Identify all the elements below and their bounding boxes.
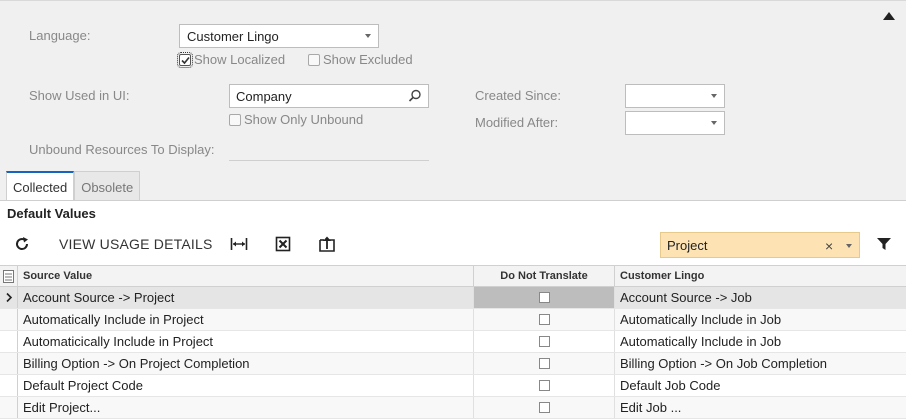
show-used-input[interactable]: Company: [229, 84, 429, 108]
tab-collected[interactable]: Collected: [6, 171, 75, 202]
checkbox-unchecked-icon: [229, 113, 241, 126]
created-since-label: Created Since:: [475, 88, 561, 103]
row-indicator[interactable]: [0, 353, 18, 374]
do-not-translate-checkbox[interactable]: [538, 292, 550, 303]
table-row[interactable]: Account Source -> Project Account Source …: [0, 287, 906, 309]
language-value: Customer Lingo: [187, 29, 279, 44]
chevron-down-icon: [711, 121, 717, 125]
do-not-translate-checkbox[interactable]: [538, 380, 550, 391]
tab-bar: Collected Obsolete: [6, 171, 141, 202]
show-used-value: Company: [236, 89, 292, 104]
modified-after-label: Modified After:: [475, 115, 559, 130]
filter-form: Language: Customer Lingo Show Localized …: [0, 0, 906, 202]
language-label: Language:: [29, 28, 91, 43]
table-row[interactable]: Automatically Include in Project Automati…: [0, 309, 906, 331]
show-excluded-label: Show Excluded: [323, 52, 413, 67]
tab-content: Default Values VIEW USAGE DETAILS Projec…: [0, 200, 906, 420]
grid-search-value: Project: [667, 238, 708, 253]
source-value-cell[interactable]: Automatically Include in Project: [18, 309, 474, 330]
source-value-cell[interactable]: Edit Project...: [18, 397, 474, 418]
row-indicator[interactable]: [0, 331, 18, 352]
unbound-resources-input[interactable]: [229, 138, 429, 161]
refresh-icon[interactable]: [13, 235, 31, 253]
checkbox-checked-icon: [177, 51, 193, 68]
do-not-translate-checkbox[interactable]: [538, 314, 550, 325]
grid-body: Account Source -> Project Account Source …: [0, 287, 906, 419]
chevron-down-icon: [365, 34, 371, 38]
do-not-translate-cell: [474, 331, 615, 352]
source-value-cell[interactable]: Automaticically Include in Project: [18, 331, 474, 352]
source-value-cell[interactable]: Default Project Code: [18, 375, 474, 396]
show-only-unbound-label: Show Only Unbound: [244, 112, 364, 127]
values-grid: Source Value Do Not Translate Customer L…: [0, 265, 906, 419]
customer-lingo-cell[interactable]: Automatically Include in Job: [615, 309, 906, 330]
do-not-translate-cell: [474, 353, 615, 374]
table-row[interactable]: Default Project Code Default Job Code: [0, 375, 906, 397]
search-icon[interactable]: [408, 89, 422, 106]
do-not-translate-checkbox[interactable]: [538, 358, 550, 369]
do-not-translate-cell: [474, 309, 615, 330]
table-row[interactable]: Edit Project... Edit Job ...: [0, 397, 906, 419]
show-only-unbound-checkbox[interactable]: Show Only Unbound: [229, 112, 363, 127]
column-header-do-not-translate[interactable]: Do Not Translate: [474, 266, 615, 287]
upload-icon[interactable]: [317, 234, 337, 254]
customer-lingo-cell[interactable]: Billing Option -> On Job Completion: [615, 353, 906, 374]
do-not-translate-cell: [474, 375, 615, 396]
language-select[interactable]: Customer Lingo: [179, 24, 379, 48]
grid-header: Source Value Do Not Translate Customer L…: [0, 265, 906, 287]
fit-columns-icon[interactable]: [229, 235, 249, 253]
modified-after-select[interactable]: [625, 111, 725, 135]
created-since-select[interactable]: [625, 84, 725, 108]
customer-lingo-cell[interactable]: Account Source -> Job: [615, 287, 906, 308]
chevron-down-icon: [711, 94, 717, 98]
row-indicator[interactable]: [0, 397, 18, 418]
chevron-down-icon[interactable]: [846, 244, 852, 248]
row-indicator[interactable]: [0, 287, 18, 308]
customer-lingo-cell[interactable]: Default Job Code: [615, 375, 906, 396]
triangle-up-icon[interactable]: [882, 11, 896, 21]
section-title: Default Values: [7, 206, 96, 221]
excel-export-icon[interactable]: [274, 235, 292, 253]
clear-icon[interactable]: ×: [825, 238, 833, 254]
chevron-right-icon: [6, 292, 13, 303]
row-indicator[interactable]: [0, 309, 18, 330]
source-value-cell[interactable]: Billing Option -> On Project Completion: [18, 353, 474, 374]
show-excluded-checkbox[interactable]: Show Excluded: [308, 52, 413, 67]
row-settings-icon[interactable]: [0, 266, 18, 287]
table-row[interactable]: Automaticically Include in Project Automa…: [0, 331, 906, 353]
do-not-translate-cell: [474, 397, 615, 418]
do-not-translate-checkbox[interactable]: [538, 336, 550, 347]
do-not-translate-checkbox[interactable]: [538, 402, 550, 413]
show-used-label: Show Used in UI:: [29, 88, 130, 103]
column-header-source-value[interactable]: Source Value: [18, 266, 474, 287]
checkbox-unchecked-icon: [308, 53, 320, 66]
show-localized-checkbox[interactable]: Show Localized: [177, 51, 286, 68]
table-row[interactable]: Billing Option -> On Project Completion B…: [0, 353, 906, 375]
column-header-customer-lingo[interactable]: Customer Lingo: [615, 266, 906, 287]
do-not-translate-cell: [474, 287, 615, 308]
tab-obsolete[interactable]: Obsolete: [74, 171, 141, 202]
view-usage-details-button[interactable]: VIEW USAGE DETAILS: [59, 236, 213, 252]
customer-lingo-cell[interactable]: Automatically Include in Job: [615, 331, 906, 352]
unbound-label: Unbound Resources To Display:: [29, 142, 215, 157]
show-localized-label: Show Localized: [194, 52, 286, 67]
row-indicator[interactable]: [0, 375, 18, 396]
customer-lingo-cell[interactable]: Edit Job ...: [615, 397, 906, 418]
grid-search-input[interactable]: Project ×: [660, 232, 860, 258]
filter-icon[interactable]: [875, 236, 893, 252]
source-value-cell[interactable]: Account Source -> Project: [18, 287, 474, 308]
